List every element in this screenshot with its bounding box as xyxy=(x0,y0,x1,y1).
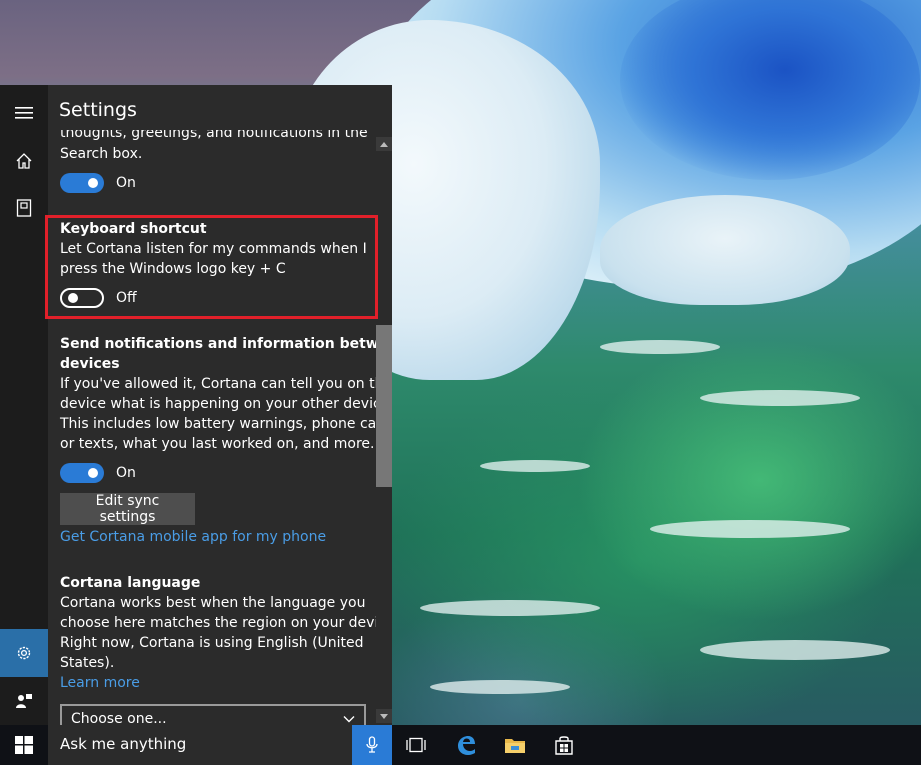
foam xyxy=(700,390,860,406)
taskbar-search-box[interactable]: Ask me anything xyxy=(48,725,392,765)
windows-logo-icon xyxy=(15,736,33,754)
file-explorer-button[interactable] xyxy=(491,725,539,765)
cortana-language-title: Cortana language xyxy=(60,575,201,591)
panel-scrollbar[interactable] xyxy=(376,135,392,725)
send-notifications-toggle[interactable] xyxy=(60,463,104,483)
task-view-button[interactable] xyxy=(392,725,440,765)
send-notifications-desc-line1: If you've allowed it, Cortana can tell y… xyxy=(60,376,392,392)
home-icon xyxy=(16,153,32,169)
search-placeholder: Ask me anything xyxy=(60,735,187,753)
cortana-language-desc-line3: Right now, Cortana is using English (Uni… xyxy=(60,635,364,651)
learn-more-link[interactable]: Learn more xyxy=(60,673,140,693)
cortana-settings-panel: Settings thoughts, greetings, and notifi… xyxy=(48,85,392,725)
send-notifications-desc-line3: This includes low battery warnings, phon… xyxy=(60,416,392,432)
foam xyxy=(480,460,590,472)
foam xyxy=(650,520,850,538)
taskbar: Ask me anything xyxy=(0,725,921,765)
send-notifications-title-line1: Send notifications and information betwe… xyxy=(60,336,392,352)
scroll-up-arrow[interactable] xyxy=(376,137,392,151)
feedback-person-icon xyxy=(16,694,32,708)
cortana-language-desc-line4: States). xyxy=(60,655,115,671)
notebook-icon xyxy=(16,199,32,217)
send-notifications-title-line2: devices xyxy=(60,356,120,372)
edge-icon xyxy=(458,736,475,755)
foam xyxy=(420,600,600,616)
foam xyxy=(700,640,890,660)
get-cortana-mobile-link[interactable]: Get Cortana mobile app for my phone xyxy=(60,527,326,547)
settings-button[interactable] xyxy=(0,629,48,677)
iceberg-lump xyxy=(600,195,850,305)
chevron-down-icon xyxy=(343,716,355,723)
store-button[interactable] xyxy=(540,725,588,765)
folder-icon xyxy=(505,739,525,753)
gear-icon xyxy=(17,646,31,660)
scroll-down-arrow[interactable] xyxy=(376,709,392,723)
cortana-language-desc-line1: Cortana works best when the language you xyxy=(60,595,366,611)
scrollbar-thumb[interactable] xyxy=(376,325,392,487)
hamburger-icon xyxy=(15,107,33,119)
keyboard-shortcut-toggle[interactable] xyxy=(60,288,104,308)
notebook-button[interactable] xyxy=(0,184,48,232)
foam xyxy=(600,340,720,354)
home-button[interactable] xyxy=(0,137,48,185)
toggle-knob xyxy=(88,468,98,478)
feedback-button[interactable] xyxy=(0,677,48,725)
language-select-value: Choose one... xyxy=(71,711,167,725)
send-notifications-desc-line4: or texts, what you last worked on, and m… xyxy=(60,436,375,452)
cortana-nav-rail xyxy=(0,85,48,725)
toggle-knob xyxy=(88,178,98,188)
language-select[interactable]: Choose one... xyxy=(60,704,366,725)
store-bag-icon xyxy=(555,736,573,755)
edit-sync-settings-button[interactable]: Edit sync settings xyxy=(60,493,195,525)
send-notifications-toggle-label: On xyxy=(116,465,136,481)
partial-description-line2: Search box. xyxy=(60,146,143,162)
task-view-icon xyxy=(406,737,426,753)
keyboard-shortcut-desc-line2: press the Windows logo key + C xyxy=(60,261,286,277)
hamburger-menu-button[interactable] xyxy=(0,89,48,137)
send-notifications-desc-line2: device what is happening on your other d… xyxy=(60,396,392,412)
keyboard-shortcut-toggle-label: Off xyxy=(116,290,137,306)
foam xyxy=(430,680,570,694)
panel-title: Settings xyxy=(59,99,137,121)
search-box-toggle-label: On xyxy=(116,175,136,191)
microphone-button[interactable] xyxy=(352,725,392,765)
partial-description: thoughts, greetings, and notifications i… xyxy=(60,125,368,141)
chevron-up-icon xyxy=(380,141,388,147)
keyboard-shortcut-desc-line1: Let Cortana listen for my commands when … xyxy=(60,241,367,257)
cortana-language-desc-line2: choose here matches the region on your d… xyxy=(60,615,392,631)
toggle-knob xyxy=(68,293,78,303)
start-button[interactable] xyxy=(0,725,48,765)
keyboard-shortcut-title: Keyboard shortcut xyxy=(60,221,207,237)
edge-browser-button[interactable] xyxy=(442,725,490,765)
search-box-toggle[interactable] xyxy=(60,173,104,193)
chevron-down-small-icon xyxy=(380,713,388,719)
microphone-icon xyxy=(366,736,378,753)
